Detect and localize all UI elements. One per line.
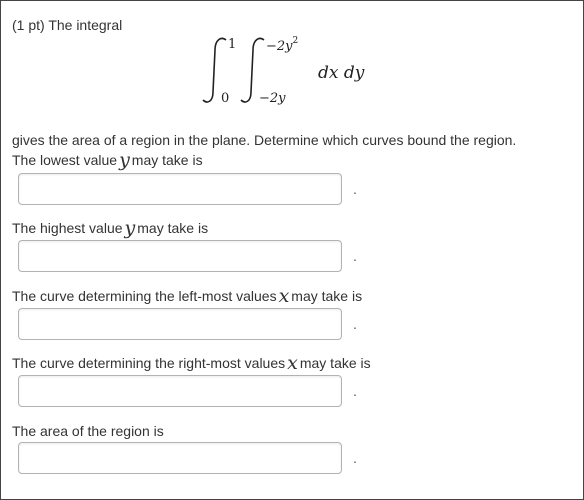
question-area: The area of the region is <box>12 422 164 440</box>
answer-terminator: . <box>353 248 357 264</box>
question-text-after: may take is <box>131 152 203 168</box>
question-text-after: may take is <box>299 355 371 371</box>
answer-terminator: . <box>353 383 357 399</box>
outer-lower-limit: 0 <box>221 91 229 106</box>
question-left-curve: The curve determining the left-most valu… <box>12 285 363 307</box>
inner-lower-limit: −2y <box>259 91 286 106</box>
inner-upper-limit: −2y2 <box>266 36 298 54</box>
question-text: The lowest value <box>12 152 118 168</box>
problem-intro: (1 pt) The integral <box>12 17 123 33</box>
answer-input-area[interactable] <box>18 442 342 474</box>
question-highest-y: The highest value y may take is <box>12 217 209 239</box>
math-variable-x: x <box>278 285 290 307</box>
inner-upper-exponent: 2 <box>293 36 299 46</box>
question-right-curve: The curve determining the right-most val… <box>12 352 371 374</box>
inner-upper-base: −2y <box>266 39 293 54</box>
answer-input-lowest-y[interactable] <box>18 173 342 205</box>
outer-upper-limit: 1 <box>228 37 236 52</box>
answer-input-highest-y[interactable] <box>18 240 342 272</box>
math-variable-y: y <box>119 149 130 171</box>
question-lowest-y: The lowest value y may take is <box>12 149 203 171</box>
answer-terminator: . <box>353 450 357 466</box>
answer-terminator: . <box>353 316 357 332</box>
question-text: The area of the region is <box>12 423 164 439</box>
question-text: The highest value <box>12 220 123 236</box>
question-text-after: may take is <box>137 220 209 236</box>
problem-description: gives the area of a region in the plane.… <box>12 132 517 148</box>
integral-expression: 1 0 −2y2 −2y dx dy <box>202 36 365 106</box>
question-text: The curve determining the right-most val… <box>12 355 286 371</box>
math-variable-y: y <box>124 217 136 239</box>
math-variable-x: x <box>287 352 298 374</box>
answer-terminator: . <box>353 181 357 197</box>
integrand: dx dy <box>318 63 365 83</box>
question-text-after: may take is <box>291 288 363 304</box>
question-text: The curve determining the left-most valu… <box>12 288 277 304</box>
answer-input-right-curve[interactable] <box>18 375 342 407</box>
answer-input-left-curve[interactable] <box>18 308 342 340</box>
